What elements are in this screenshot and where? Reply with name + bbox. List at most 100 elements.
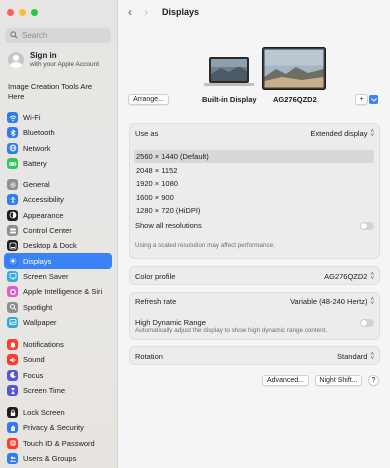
refresh-panel: Refresh rate Variable (48-240 Hertz) ˄ ˅ …	[129, 292, 380, 340]
sidebar-item-network[interactable]: Network	[4, 141, 112, 156]
laptop-icon	[204, 57, 254, 86]
zoom-window-button[interactable]	[31, 9, 38, 16]
main-pane: ‹ › Displays Built-in Display AG276QZD2 …	[118, 0, 390, 468]
search-input[interactable]	[22, 31, 102, 40]
sidebar-item-accessibility[interactable]: Accessibility	[4, 192, 112, 207]
sidebar-item-label: Spotlight	[23, 302, 53, 312]
sidebar-item-label: Desktop & Dock	[23, 241, 77, 251]
appearance-icon	[7, 209, 18, 221]
builtin-display-label: Built-in Display	[202, 95, 257, 104]
sidebar-item-displays[interactable]: Displays	[4, 253, 112, 269]
resolution-option[interactable]: 1280 × 720 (HiDPI)	[134, 204, 374, 217]
gear-icon	[7, 179, 18, 191]
updown-chevron-icon: ˄ ˅	[370, 351, 374, 362]
search-field[interactable]	[5, 28, 111, 43]
sun-icon	[7, 255, 18, 267]
sidebar-item-spotlight[interactable]: Spotlight	[4, 299, 112, 314]
sidebar-item-label: Wi-Fi	[23, 113, 41, 123]
hdr-label: High Dynamic Range	[135, 318, 206, 327]
sidebar-item-touch-id-password[interactable]: Touch ID & Password	[4, 436, 112, 451]
color-profile-select[interactable]: AG276QZD2 ˄ ˅	[324, 271, 374, 282]
rotation-panel: Rotation Standard ˄ ˅	[129, 346, 380, 365]
use-as-value: Extended display	[310, 129, 368, 138]
resolution-option[interactable]: 2560 × 1440 (Default)	[134, 150, 374, 163]
sidebar-item-sound[interactable]: Sound	[4, 352, 112, 367]
sidebar-item-label: Accessibility	[23, 195, 64, 205]
use-as-label: Use as	[135, 129, 159, 138]
magnifier-icon	[7, 301, 18, 313]
accessibility-icon	[7, 194, 18, 206]
sidebar-item-label: Notifications	[23, 340, 64, 350]
display-builtin[interactable]	[203, 56, 255, 92]
dock-icon	[7, 240, 18, 252]
show-all-row: Show all resolutions	[135, 221, 374, 230]
rotation-select[interactable]: Standard ˄ ˅	[337, 351, 374, 362]
refresh-rate-value: Variable (48-240 Hertz)	[290, 297, 368, 306]
color-profile-panel: Color profile AG276QZD2 ˄ ˅	[129, 266, 380, 285]
add-display-button[interactable]: +	[355, 94, 368, 105]
sidebar-item-appearance[interactable]: Appearance	[4, 208, 112, 223]
scaled-note: Using a scaled resolution may affect per…	[135, 242, 275, 249]
close-window-button[interactable]	[7, 9, 14, 16]
signin-title: Sign in	[30, 51, 57, 60]
sidebar-item-wi-fi[interactable]: Wi-Fi	[4, 110, 112, 125]
sidebar-item-apple-intelligence-siri[interactable]: Apple Intelligence & Siri	[4, 284, 112, 299]
sidebar-item-bluetooth[interactable]: Bluetooth	[4, 125, 112, 140]
resolution-option[interactable]: 1920 × 1080	[134, 177, 374, 190]
sidebar-item-label: Wallpaper	[23, 317, 57, 327]
updown-chevron-icon: ˄ ˅	[370, 271, 374, 282]
rotation-value: Standard	[337, 352, 368, 361]
sidebar-item-label: Touch ID & Password	[23, 438, 95, 448]
color-profile-value: AG276QZD2	[324, 272, 368, 281]
resolution-option[interactable]: 2048 × 1152	[134, 164, 374, 177]
battery-icon	[7, 158, 18, 170]
signin-subtitle: with your Apple Account	[30, 61, 100, 68]
window-controls	[7, 9, 38, 16]
users-icon	[7, 453, 18, 465]
hdr-toggle[interactable]	[360, 318, 374, 327]
refresh-rate-select[interactable]: Variable (48-240 Hertz) ˄ ˅	[290, 297, 374, 307]
back-chevron-icon[interactable]: ‹	[128, 6, 132, 18]
hdr-note: Automatically adjust the display to show…	[135, 327, 328, 334]
sidebar-item-label: Focus	[23, 370, 44, 380]
night-shift-button[interactable]: Night Shift...	[315, 375, 362, 386]
sidebar-item-label: General	[23, 180, 50, 190]
hand-icon	[7, 422, 18, 434]
sidebar-item-screen-saver[interactable]: Screen Saver	[4, 269, 112, 284]
account-signin[interactable]: Sign in with your Apple Account	[8, 51, 99, 68]
sidebar-item-label: Sound	[23, 355, 45, 365]
sidebar-group-notifications: Notifications Sound Focus Screen Time	[4, 337, 112, 398]
use-as-select[interactable]: Extended display ˄ ˅	[310, 129, 374, 139]
sidebar-item-control-center[interactable]: Control Center	[4, 223, 112, 238]
sidebar-item-label: Battery	[23, 159, 47, 169]
image-tools-banner[interactable]: Image Creation Tools Are Here	[8, 82, 108, 102]
sidebar-item-label: Apple Intelligence & Siri	[23, 287, 103, 297]
sidebar-item-label: Users & Groups	[23, 454, 77, 464]
sidebar-item-users-groups[interactable]: Users & Groups	[4, 451, 112, 466]
sidebar-item-label: Lock Screen	[23, 408, 65, 418]
advanced-button[interactable]: Advanced...	[262, 375, 309, 386]
show-all-toggle[interactable]	[360, 221, 374, 230]
sidebar-item-battery[interactable]: Battery	[4, 156, 112, 171]
display-external[interactable]	[262, 47, 326, 92]
rotation-label: Rotation	[135, 352, 163, 361]
arrange-button[interactable]: Arrange...	[128, 94, 169, 105]
sidebar-item-desktop-dock[interactable]: Desktop & Dock	[4, 238, 112, 253]
add-display-menu-chevron-icon[interactable]	[369, 95, 378, 104]
sidebar-item-general[interactable]: General	[4, 177, 112, 192]
sidebar-item-focus[interactable]: Focus	[4, 368, 112, 383]
sidebar-item-lock-screen[interactable]: Lock Screen	[4, 405, 112, 420]
sidebar-item-screen-time[interactable]: Screen Time	[4, 383, 112, 398]
sidebar-item-privacy-security[interactable]: Privacy & Security	[4, 420, 112, 435]
forward-chevron-icon[interactable]: ›	[144, 6, 148, 18]
bluetooth-icon	[7, 127, 18, 139]
page-title: Displays	[162, 7, 200, 17]
resolution-option[interactable]: 1600 × 900	[134, 191, 374, 204]
sidebar-item-wallpaper[interactable]: Wallpaper	[4, 315, 112, 330]
sidebar-item-label: Screen Time	[23, 386, 66, 396]
sidebar-item-label: Screen Saver	[23, 271, 69, 281]
lock-icon	[7, 407, 18, 419]
sidebar-item-notifications[interactable]: Notifications	[4, 337, 112, 352]
help-button[interactable]: ?	[368, 375, 379, 386]
minimize-window-button[interactable]	[19, 9, 26, 16]
